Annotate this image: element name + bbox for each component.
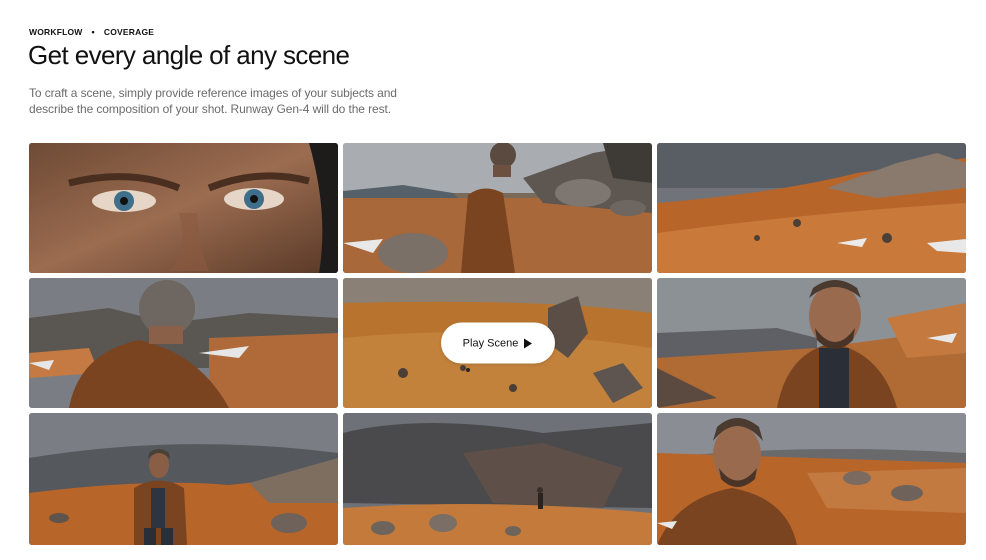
tile-distant-figure[interactable] — [343, 413, 652, 545]
breadcrumb-coverage: COVERAGE — [103, 27, 155, 37]
distant-figure-image — [343, 413, 652, 545]
tile-man-back-walking[interactable] — [343, 143, 652, 273]
scene-gallery: Play Scene — [29, 143, 966, 545]
man-back-walking-image — [343, 143, 652, 273]
breadcrumb: WORKFLOW • COVERAGE — [29, 27, 154, 37]
closeup-face-image — [29, 143, 338, 273]
man-portrait-image — [657, 278, 966, 408]
tile-closeup-face[interactable] — [29, 143, 338, 273]
play-scene-button[interactable]: Play Scene — [440, 322, 555, 364]
page-description: To craft a scene, simply provide referen… — [29, 86, 397, 116]
page-title: Get every angle of any scene — [28, 40, 350, 70]
tile-man-portrait[interactable] — [657, 278, 966, 408]
man-profile-image — [657, 413, 966, 545]
play-icon — [524, 338, 533, 348]
breadcrumb-separator: • — [91, 27, 95, 37]
tile-aerial-terrain[interactable]: Play Scene — [343, 278, 652, 408]
tile-man-back-mountains[interactable] — [29, 278, 338, 408]
man-back-mountains-image — [29, 278, 338, 408]
tile-man-profile[interactable] — [657, 413, 966, 545]
tile-rocky-hillside[interactable] — [657, 143, 966, 273]
rocky-hillside-image — [657, 143, 966, 273]
play-scene-label: Play Scene — [462, 337, 519, 349]
tile-man-full-body[interactable] — [29, 413, 338, 545]
breadcrumb-workflow: WORKFLOW — [29, 27, 83, 37]
man-full-body-image — [29, 413, 338, 545]
